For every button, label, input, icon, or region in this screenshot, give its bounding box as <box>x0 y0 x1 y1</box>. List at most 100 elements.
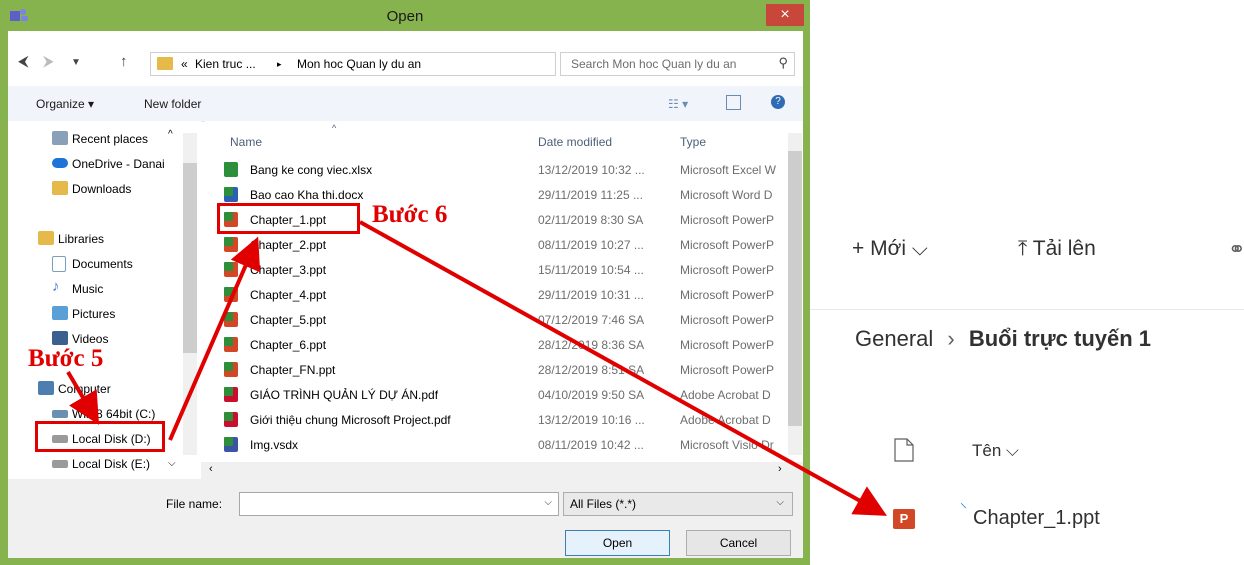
scroll-left-icon[interactable]: ‹ <box>209 463 213 475</box>
file-type: Adobe Acrobat D <box>680 413 771 427</box>
file-type-icon <box>224 312 238 327</box>
file-name: Chapter_FN.ppt <box>250 363 336 377</box>
column-header-date[interactable]: Date modified <box>538 135 612 149</box>
file-date: 29/11/2019 10:31 ... <box>538 288 644 302</box>
file-row[interactable]: Chapter_5.ppt 07/12/2019 7:46 SA Microsoft… <box>205 309 790 331</box>
file-type-badge <box>224 337 233 346</box>
dialog-footer: File name: ⌵ All Files (*.*) ⌵ Open Canc… <box>8 479 803 558</box>
new-button[interactable]: + Mới ⌵ <box>852 237 928 261</box>
link-icon[interactable]: ⚭ <box>1228 237 1244 262</box>
chevron-down-icon[interactable]: ⌵ <box>544 497 552 508</box>
file-type: Microsoft Visio Dr <box>680 438 774 452</box>
file-name: Chapter_6.ppt <box>250 338 327 352</box>
column-header-name[interactable]: Name <box>230 135 262 149</box>
highlight-box-chapter-1 <box>217 203 360 234</box>
file-type-badge <box>224 237 233 246</box>
breadcrumb-current[interactable]: Mon hoc Quan ly du an <box>297 57 421 71</box>
file-row[interactable]: Giới thiệu chung Microsoft Project.pdf 13… <box>205 409 790 431</box>
file-type: Microsoft PowerP <box>680 288 775 302</box>
upload-button[interactable]: ⤒ Tải lên <box>1018 237 1096 261</box>
title-bar: Open × <box>0 0 810 31</box>
file-date: 13/12/2019 10:16 ... <box>538 413 645 427</box>
step-6-label: Bước 6 <box>372 201 448 228</box>
file-type-value: All Files (*.*) <box>570 497 637 511</box>
open-dialog: Open × ⮜ ⮞ ▼ ↑ « Kien truc ... ▸ Mon hoc… <box>0 0 810 565</box>
file-row[interactable]: Chapter_4.ppt 29/11/2019 10:31 ... Microso… <box>205 284 790 306</box>
file-row[interactable]: Chapter_3.ppt 15/11/2019 10:54 ... Microso… <box>205 259 790 281</box>
file-type-icon <box>224 287 238 302</box>
file-row[interactable]: GIÁO TRÌNH QUẢN LÝ DỰ ÁN.pdf 04/10/2019 9… <box>205 384 790 406</box>
nav-scroll-down-icon[interactable]: ⌵ <box>168 458 176 469</box>
file-name-input[interactable]: ⌵ <box>239 492 559 516</box>
file-type-badge <box>224 312 233 321</box>
file-date: 28/12/2019 8:51 SA <box>538 363 645 377</box>
file-name: Chapter_2.ppt <box>250 238 327 252</box>
preview-pane-icon[interactable] <box>726 95 741 110</box>
file-row[interactable]: Chapter_6.ppt 28/12/2019 8:36 SA Microsoft… <box>205 334 790 356</box>
breadcrumb-overflow[interactable]: « <box>181 57 188 71</box>
nav-item-label: Documents <box>72 257 133 271</box>
nav-item-label: Computer <box>58 382 111 396</box>
view-options-icon[interactable]: ☷ ▾ <box>668 97 688 111</box>
file-row[interactable]: Chapter_FN.ppt 28/12/2019 8:51 SA Microsof… <box>205 359 790 381</box>
file-row[interactable]: Img.vsdx 08/11/2019 10:42 ... Microsoft Vi… <box>205 434 790 456</box>
list-scroll-thumb[interactable] <box>788 151 802 426</box>
file-type: Adobe Acrobat D <box>680 388 771 402</box>
chevron-down-icon: ⌵ <box>776 497 784 508</box>
breadcrumb-parent[interactable]: Kien truc ... <box>195 57 256 71</box>
file-type-badge <box>224 162 233 171</box>
step-5-label: Bước 5 <box>28 345 104 372</box>
toolbar: Organize ▾ New folder ☷ ▾ ? <box>8 86 803 122</box>
help-icon[interactable]: ? <box>771 95 785 109</box>
new-file-sparkle-icon: ⸌ <box>960 500 967 516</box>
nav-item-label: Libraries <box>58 232 105 246</box>
file-date: 08/11/2019 10:42 ... <box>538 438 644 452</box>
column-header-name[interactable]: Tên ⌵ <box>972 441 1019 461</box>
column-header-type[interactable]: Type <box>680 135 706 149</box>
file-row[interactable]: Bang ke cong viec.xlsx 13/12/2019 10:32 .… <box>205 159 790 181</box>
file-type-icon <box>224 362 238 377</box>
recent-dropdown-icon[interactable]: ▼ <box>71 57 81 68</box>
sort-ascending-icon: ^ <box>332 123 337 133</box>
address-bar[interactable]: « Kien truc ... ▸ Mon hoc Quan ly du an … <box>150 52 680 76</box>
file-name: Chapter_3.ppt <box>250 263 327 277</box>
file-name: Giới thiệu chung Microsoft Project.pdf <box>250 413 451 427</box>
list-scrollbar[interactable] <box>788 133 802 455</box>
file-type-badge <box>224 387 233 396</box>
nav-scroll-thumb[interactable] <box>183 163 197 353</box>
file-type-badge <box>224 437 233 446</box>
breadcrumb-root[interactable]: General <box>855 326 933 351</box>
nav-scrollbar[interactable] <box>183 133 197 455</box>
file-type: Microsoft PowerP <box>680 313 775 327</box>
file-name: Chapter_5.ppt <box>250 313 327 327</box>
close-button[interactable]: × <box>766 4 804 26</box>
file-type: Microsoft PowerP <box>680 338 775 352</box>
sharepoint-panel: + Mới ⌵ ⤒ Tải lên ⚭ General › Buổi trực … <box>810 190 1244 565</box>
new-folder-button[interactable]: New folder <box>144 97 201 111</box>
dialog-body: ⮜ ⮞ ▼ ↑ « Kien truc ... ▸ Mon hoc Quan l… <box>8 31 803 558</box>
back-arrow-icon[interactable]: ⮜ <box>18 53 29 70</box>
file-type-badge <box>224 187 233 196</box>
file-type-select[interactable]: All Files (*.*) ⌵ <box>563 492 793 516</box>
search-input[interactable]: Search Mon hoc Quan ly du an ⚲ <box>560 52 795 76</box>
nav-item-label: Music <box>72 282 104 296</box>
nav-scroll-up-icon[interactable]: ^ <box>168 129 173 140</box>
cancel-button[interactable]: Cancel <box>686 530 791 556</box>
up-arrow-icon[interactable]: ↑ <box>120 53 128 70</box>
highlight-box-local-disk-d <box>35 421 165 452</box>
file-date: 04/10/2019 9:50 SA <box>538 388 645 402</box>
file-type-icon <box>224 187 238 202</box>
forward-arrow-icon[interactable]: ⮞ <box>43 53 54 70</box>
open-button[interactable]: Open <box>565 530 670 556</box>
powerpoint-icon: P <box>893 509 915 529</box>
file-type-badge <box>224 262 233 271</box>
file-type: Microsoft PowerP <box>680 363 775 377</box>
organize-button[interactable]: Organize ▾ <box>36 97 94 111</box>
file-row[interactable]: Chapter_2.ppt 08/11/2019 10:27 ... Microso… <box>205 234 790 256</box>
file-name[interactable]: Chapter_1.ppt <box>973 507 1100 530</box>
file-type-icon <box>224 337 238 352</box>
breadcrumb-separator: ▸ <box>277 59 282 69</box>
recent-places-icon <box>52 131 68 145</box>
scroll-right-icon[interactable]: › <box>778 463 782 475</box>
horizontal-scrollbar[interactable]: ‹ › <box>201 462 803 479</box>
